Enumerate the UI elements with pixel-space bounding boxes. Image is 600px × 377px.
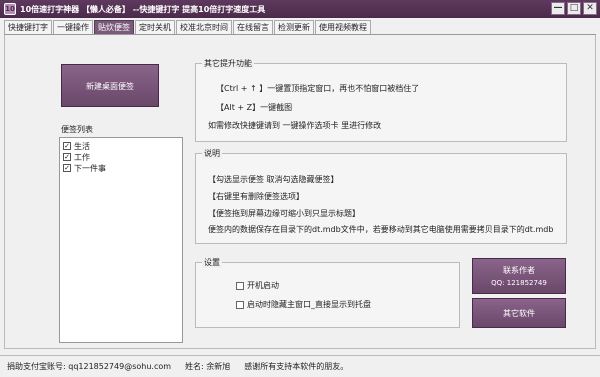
list-item-label: 工作 <box>74 152 90 162</box>
contact-author-button[interactable]: 联系作者 QQ: 121852749 <box>472 258 566 294</box>
checkbox[interactable]: ✓ <box>63 164 71 172</box>
group-title: 说明 <box>202 148 222 159</box>
notes-list[interactable]: ✓ 生活 ✓ 工作 ✓ 下一件事 <box>59 137 183 343</box>
contact-qq: QQ: 121852749 <box>491 279 547 287</box>
help-line: 【右键里有删除便签选项】 <box>208 192 304 201</box>
window-title: 10倍速打字神器 【懒人必备】 --快捷键打字 提高10倍打字速度工具 <box>20 4 266 14</box>
tab-beijing-time[interactable]: 校准北京时间 <box>176 20 232 34</box>
new-note-button[interactable]: 新建桌面便签 <box>61 64 159 107</box>
help-group: 说明 【勾选显示便签 取消勾选隐藏便签】 【右键里有删除便签选项】 【便签拖到屏… <box>195 148 567 244</box>
list-item[interactable]: ✓ 下一件事 <box>63 163 182 173</box>
list-item-label: 下一件事 <box>74 163 106 173</box>
other-software-button[interactable]: 其它软件 <box>472 298 566 328</box>
help-line: 【便签拖到屏幕边缘可缩小到只显示标题】 <box>208 209 360 218</box>
contact-author-label: 联系作者 <box>503 266 535 275</box>
donation-account: 捐助支付宝账号: qq121852749@sohu.com <box>7 362 172 371</box>
title-bar: 10 10倍速打字神器 【懒人必备】 --快捷键打字 提高10倍打字速度工具 —… <box>0 0 600 18</box>
author-name: 姓名: 余新旭 <box>185 362 231 371</box>
tab-video-tutorial[interactable]: 使用视频教程 <box>315 20 371 34</box>
group-title: 设置 <box>202 257 222 268</box>
tab-timed-shutdown[interactable]: 定时关机 <box>135 20 175 34</box>
hide-main-window-label: 启动时隐藏主窗口_直接显示到托盘 <box>247 300 371 309</box>
thanks-text: 感谢所有支持本软件的朋友。 <box>244 362 349 371</box>
autostart-option[interactable]: 开机启动 <box>236 280 279 291</box>
settings-group: 设置 开机启动 启动时隐藏主窗口_直接显示到托盘 <box>195 257 460 328</box>
app-icon: 10 <box>4 3 16 15</box>
list-item[interactable]: ✓ 生活 <box>63 141 182 151</box>
list-item[interactable]: ✓ 工作 <box>63 152 182 162</box>
tab-hotkey-typing[interactable]: 快捷键打字 <box>4 20 52 34</box>
hide-main-window-checkbox[interactable] <box>236 300 244 309</box>
window-controls: — □ ✕ <box>551 2 597 15</box>
close-button[interactable]: ✕ <box>583 2 597 15</box>
hide-main-window-option[interactable]: 启动时隐藏主窗口_直接显示到托盘 <box>236 299 371 310</box>
group-title: 其它提升功能 <box>202 58 254 69</box>
help-line: 便签内的数据保存在目录下的dt.mdb文件中，若要移动到其它电脑使用需要拷贝目录… <box>208 225 554 234</box>
help-line: 【勾选显示便签 取消勾选隐藏便签】 <box>208 175 339 184</box>
other-features-group: 其它提升功能 【Ctrl + ↑ 】一键置顶指定窗口，再也不怕窗口被档住了 【A… <box>195 58 567 142</box>
restore-button[interactable]: □ <box>567 2 581 15</box>
tab-one-click[interactable]: 一键操作 <box>53 20 93 34</box>
list-item-label: 生活 <box>74 141 90 151</box>
tab-bar: 快捷键打字 一键操作 贴炊便签 定时关机 校准北京时间 在线留言 检测更新 使用… <box>4 20 372 34</box>
status-bar: 捐助支付宝账号: qq121852749@sohu.com 姓名: 余新旭 感谢… <box>0 355 600 377</box>
tab-sticky-notes[interactable]: 贴炊便签 <box>94 20 134 34</box>
feature-line: 【Ctrl + ↑ 】一键置顶指定窗口，再也不怕窗口被档住了 <box>216 84 420 93</box>
feature-line: 【Alt + Z】一键截图 <box>216 103 293 112</box>
feature-line: 如需修改快捷键请到 一键操作选项卡 里进行修改 <box>208 121 382 130</box>
checkbox[interactable]: ✓ <box>63 153 71 161</box>
tab-online-message[interactable]: 在线留言 <box>233 20 273 34</box>
notes-list-label: 便签列表 <box>61 125 93 134</box>
autostart-label: 开机启动 <box>247 281 279 290</box>
tab-check-update[interactable]: 检测更新 <box>274 20 314 34</box>
checkbox[interactable]: ✓ <box>63 142 71 150</box>
autostart-checkbox[interactable] <box>236 281 244 290</box>
minimize-button[interactable]: — <box>551 2 565 15</box>
